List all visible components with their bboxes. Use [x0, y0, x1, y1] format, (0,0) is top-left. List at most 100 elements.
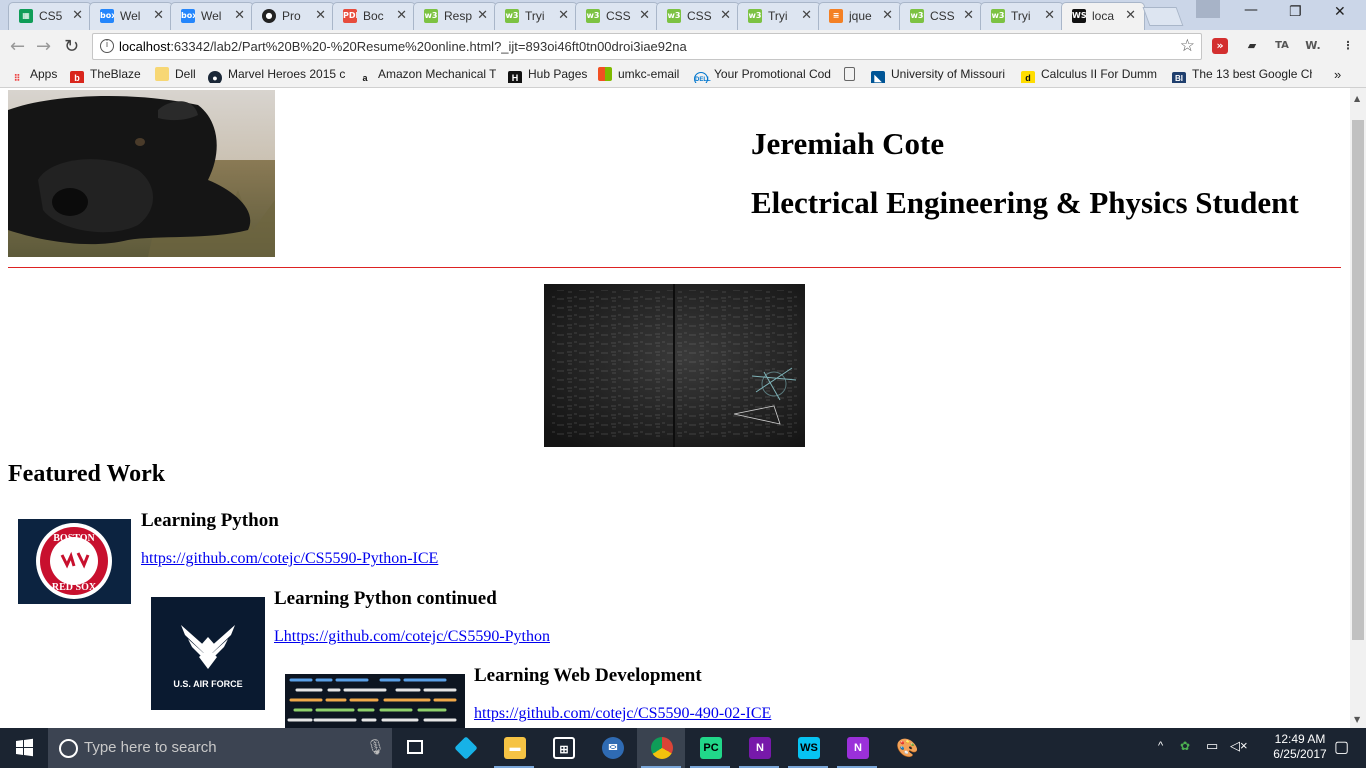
- kodi-icon[interactable]: [441, 728, 489, 768]
- browser-tab[interactable]: ● Pro ✕: [251, 2, 335, 30]
- back-icon[interactable]: ←: [10, 36, 25, 57]
- more-bookmarks-icon[interactable]: »: [1334, 67, 1341, 83]
- onenote-icon[interactable]: N: [833, 728, 881, 768]
- webstorm-icon[interactable]: WS: [784, 728, 832, 768]
- windows-logo-icon: [16, 738, 33, 757]
- browser-tab[interactable]: box Wel ✕: [170, 2, 254, 30]
- close-icon[interactable]: ✕: [234, 8, 245, 23]
- close-icon[interactable]: ✕: [477, 8, 488, 23]
- browser-tab[interactable]: w3 CSS ✕: [656, 2, 740, 30]
- browser-tab[interactable]: w3 Resp ✕: [413, 2, 497, 30]
- browser-tab[interactable]: ▦ CS5 ✕: [8, 2, 92, 30]
- tab-title: Tryi: [525, 9, 545, 23]
- thunderbird-icon[interactable]: ✉: [588, 728, 636, 768]
- tab-title: Resp: [444, 9, 473, 23]
- volume-icon[interactable]: ◁×: [1230, 738, 1248, 754]
- browser-tab[interactable]: w3 Tryi ✕: [980, 2, 1064, 30]
- close-icon[interactable]: ✕: [396, 8, 407, 23]
- security-icon[interactable]: ✿: [1180, 739, 1190, 753]
- store-icon[interactable]: ⊞: [539, 728, 587, 768]
- close-icon[interactable]: ✕: [1125, 8, 1136, 23]
- url-text[interactable]: localhost:63342/lab2/Part%20B%20-%20Resu…: [119, 39, 687, 54]
- box-icon: box: [100, 9, 114, 23]
- w3-icon: w3: [424, 9, 438, 23]
- bookmark-hubpages[interactable]: H Hub Pages: [508, 67, 587, 83]
- bookmark-google-chrome-article[interactable]: BI The 13 best Google Ch: [1172, 67, 1312, 83]
- reload-icon[interactable]: ↻: [64, 36, 79, 57]
- new-tab-button[interactable]: [1142, 7, 1184, 26]
- close-icon[interactable]: ✕: [153, 8, 164, 23]
- bookmark-star-icon[interactable]: ☆: [1180, 36, 1195, 56]
- browser-tab[interactable]: PDF Boc ✕: [332, 2, 416, 30]
- resume-name: Jeremiah Cote: [751, 126, 945, 161]
- bookmark-marvel-heroes[interactable]: ● Marvel Heroes 2015 c: [208, 67, 346, 83]
- address-bar[interactable]: i localhost:63342/lab2/Part%20B%20-%20Re…: [92, 33, 1202, 60]
- bookmark-label: The 13 best Google Ch: [1192, 67, 1312, 81]
- microphone-icon[interactable]: 🎙: [366, 738, 385, 756]
- window-close-icon[interactable]: ✕: [1334, 4, 1346, 20]
- menu-icon[interactable]: ⋮: [1340, 38, 1356, 54]
- bookmark-calculus-dummies[interactable]: d Calculus II For Dumm: [1021, 67, 1161, 83]
- taskbar-search-box[interactable]: Type here to search 🎙: [48, 728, 392, 768]
- bookmark-promotional-codes[interactable]: DELL Your Promotional Cod: [694, 67, 832, 83]
- bookmark-umkc-email[interactable]: umkc-email: [598, 67, 679, 83]
- pycharm-icon[interactable]: PC: [686, 728, 734, 768]
- forward-icon[interactable]: →: [36, 36, 51, 57]
- browser-tab[interactable]: box Wel ✕: [89, 2, 173, 30]
- windows-start-button[interactable]: [0, 728, 48, 768]
- bookmark-university-missouri[interactable]: ◣ University of Missouri: [871, 67, 1009, 83]
- notifications-icon[interactable]: ▢: [1334, 737, 1349, 757]
- close-icon[interactable]: ✕: [720, 8, 731, 23]
- tab-title: Tryi: [768, 9, 788, 23]
- bookmark-label: TheBlaze: [90, 67, 141, 81]
- browser-tab[interactable]: w3 Tryi ✕: [494, 2, 578, 30]
- close-icon[interactable]: ✕: [72, 8, 83, 23]
- w-extension-icon[interactable]: W.: [1305, 38, 1321, 54]
- browser-tab[interactable]: ≡ jque ✕: [818, 2, 902, 30]
- page-viewport: Jeremiah Cote Electrical Engineering & P…: [0, 88, 1350, 728]
- paint-icon[interactable]: 🎨: [882, 728, 930, 768]
- close-icon[interactable]: ✕: [1044, 8, 1055, 23]
- close-icon[interactable]: ✕: [315, 8, 326, 23]
- bookmark-apps[interactable]: ⠿ Apps: [10, 67, 58, 83]
- work-link[interactable]: https://github.com/cotejc/CS5590-Python-…: [141, 550, 438, 568]
- restore-icon[interactable]: ❐: [1289, 4, 1302, 20]
- browser-tab-active[interactable]: WS loca ✕: [1061, 2, 1145, 30]
- bookmark-theblaze[interactable]: b TheBlaze: [70, 67, 141, 83]
- work-link[interactable]: https://github.com/cotejc/CS5590-490-02-…: [474, 705, 771, 723]
- extension-icon[interactable]: »: [1212, 38, 1228, 54]
- bookmark-amazon-mturk[interactable]: a Amazon Mechanical T: [358, 67, 496, 83]
- red-sox-logo: BOSTON RED SOX: [18, 519, 131, 604]
- scroll-up-icon[interactable]: ▲: [1354, 94, 1360, 103]
- browser-tab[interactable]: w3 Tryi ✕: [737, 2, 821, 30]
- work-link[interactable]: Lhttps://github.com/cotejc/CS5590-Python: [274, 628, 550, 646]
- incognito-extension-icon[interactable]: ▰: [1244, 38, 1260, 54]
- chrome-icon[interactable]: [637, 728, 685, 768]
- ta-extension-icon[interactable]: TA: [1274, 38, 1290, 54]
- close-icon[interactable]: ✕: [801, 8, 812, 23]
- scrollbar-thumb[interactable]: [1352, 120, 1364, 640]
- url-host: localhost: [119, 39, 171, 54]
- close-icon[interactable]: ✕: [963, 8, 974, 23]
- scroll-down-icon[interactable]: ▼: [1354, 715, 1360, 724]
- browser-tab[interactable]: w3 CSS ✕: [899, 2, 983, 30]
- bookmark-dell[interactable]: Dell: [155, 67, 196, 83]
- close-icon[interactable]: ✕: [558, 8, 569, 23]
- onenote-icon[interactable]: N: [735, 728, 783, 768]
- close-icon[interactable]: ✕: [639, 8, 650, 23]
- close-icon[interactable]: ✕: [882, 8, 893, 23]
- work-title: Learning Python: [141, 510, 279, 531]
- bookmarks-bar: ⠿ Apps b TheBlaze Dell ● Marvel Heroes 2015…: [0, 63, 1366, 88]
- browser-tab[interactable]: w3 CSS ✕: [575, 2, 659, 30]
- task-view-icon[interactable]: [392, 728, 440, 768]
- clock[interactable]: 12:49 AM 6/25/2017: [1270, 732, 1330, 762]
- info-icon[interactable]: i: [100, 39, 114, 53]
- minimize-icon[interactable]: —: [1244, 2, 1258, 18]
- bookmark-page[interactable]: [844, 67, 860, 83]
- file-explorer-icon[interactable]: ▬: [490, 728, 538, 768]
- battery-icon[interactable]: ▭: [1206, 738, 1218, 754]
- profile-icon[interactable]: [1196, 0, 1220, 18]
- page-scrollbar[interactable]: ▲ ▼: [1350, 88, 1366, 728]
- dell-icon: DELL: [694, 72, 711, 83]
- show-hidden-icons[interactable]: ^: [1158, 740, 1163, 752]
